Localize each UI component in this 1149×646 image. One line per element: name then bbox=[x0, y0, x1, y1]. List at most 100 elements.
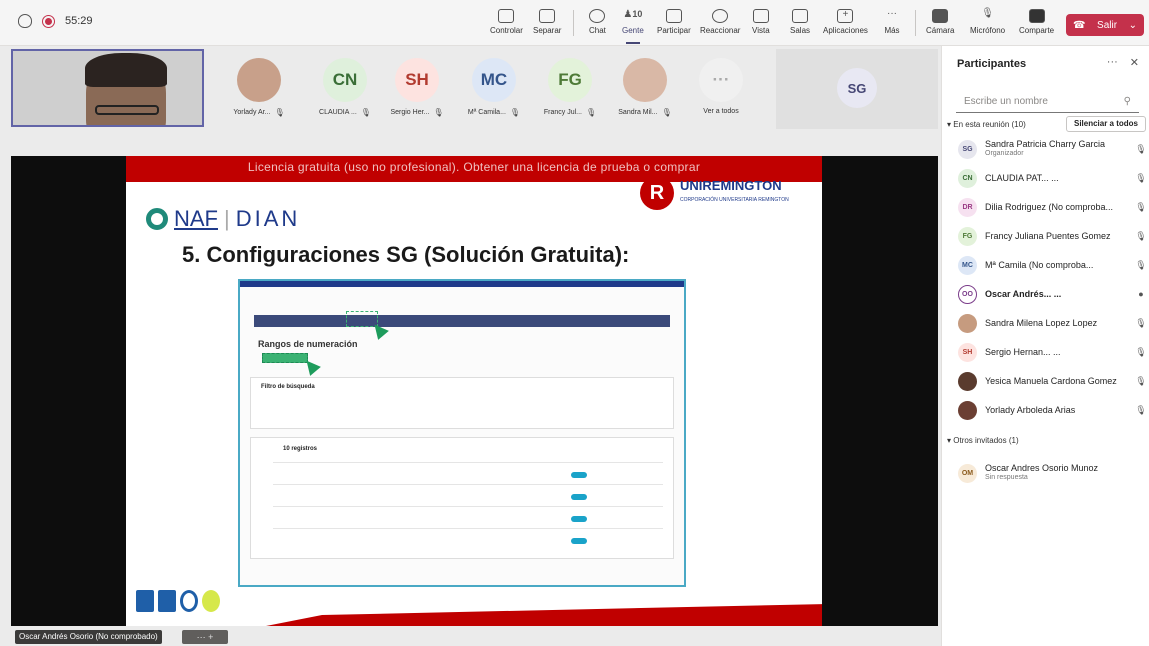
embedded-heading: Rangos de numeración bbox=[258, 339, 358, 349]
close-icon[interactable]: ✕ bbox=[1130, 56, 1139, 69]
slide-title: 5. Configuraciones SG (Solución Gratuita… bbox=[182, 242, 630, 267]
hand-icon bbox=[665, 9, 682, 23]
chat-button[interactable]: Chat bbox=[589, 9, 606, 35]
people-button[interactable]: ♟10 Gente bbox=[622, 9, 644, 44]
participant-name: Ver a todos bbox=[703, 108, 739, 115]
uniremington-emblem-icon: R bbox=[640, 176, 674, 210]
mic-off-icon: 🎙 bbox=[509, 108, 521, 117]
search-input[interactable]: Escribe un nombre ⚲ bbox=[956, 93, 1139, 113]
avatar: ··· bbox=[699, 58, 743, 102]
leave-button[interactable]: ☎ Salir ⌄ bbox=[1066, 14, 1144, 36]
video-person-hair bbox=[85, 53, 167, 87]
rooms-icon bbox=[792, 9, 808, 23]
pop-out-icon bbox=[539, 9, 556, 23]
control-button[interactable]: Controlar bbox=[490, 9, 523, 35]
meeting-toolbar: 55:29 Controlar Separar Chat ♟10 Gente Pa… bbox=[0, 0, 1149, 46]
participant-tile[interactable]: ··· Ver a todos bbox=[692, 58, 750, 115]
certification-logos bbox=[136, 590, 220, 612]
cert-logo bbox=[158, 590, 176, 612]
zoom-controls[interactable]: ⋯ + bbox=[182, 630, 228, 644]
mic-off-icon: 🎙 bbox=[981, 8, 994, 19]
participant-tile[interactable]: CN CLAUDIA ... 🎙 bbox=[316, 58, 374, 117]
mic-off-icon: 🎙 bbox=[1135, 404, 1147, 415]
recording-icon bbox=[42, 14, 55, 28]
more-button[interactable]: ··· Más bbox=[884, 8, 900, 36]
section-others[interactable]: ▾ Otros invitados (1) bbox=[947, 436, 1019, 445]
ellipsis-icon: ··· bbox=[887, 8, 897, 19]
participant-tile[interactable]: Yorlady Ar... 🎙 bbox=[230, 58, 288, 117]
participant-row[interactable]: SG Sandra Patricia Charry Garcia Organizad… bbox=[958, 137, 1148, 161]
participant-row[interactable]: OO Oscar Andrés... ... ● bbox=[958, 282, 1148, 306]
apps-button[interactable]: + Aplicaciones bbox=[823, 9, 868, 35]
participant-row[interactable]: MC Mª Camila (No comproba... 🎙 bbox=[958, 253, 1148, 277]
participant-tile[interactable]: MC Mª Camila... 🎙 bbox=[465, 58, 523, 117]
participant-tile[interactable]: Sandra Mil... 🎙 bbox=[616, 58, 674, 117]
divider bbox=[915, 10, 916, 36]
people-icon: ♟10 bbox=[623, 9, 643, 20]
participant-tile[interactable]: SH Sergio Her... 🎙 bbox=[388, 58, 446, 117]
raise-hand-button[interactable]: Participar bbox=[657, 9, 691, 35]
mic-off-icon: 🎙 bbox=[360, 108, 371, 117]
cert-logo bbox=[180, 590, 198, 612]
results-card: 10 registros bbox=[250, 437, 674, 559]
slide-footer-strip bbox=[266, 604, 822, 626]
avatar: OO bbox=[958, 284, 977, 304]
filter-card: Filtro de búsqueda bbox=[250, 377, 674, 429]
smiley-icon bbox=[712, 9, 729, 23]
pop-out-button[interactable]: Separar bbox=[533, 9, 561, 35]
avatar bbox=[958, 371, 977, 391]
search-icon: ⚲ bbox=[1123, 96, 1131, 107]
participant-name: Sergio Her... bbox=[390, 109, 430, 116]
section-in-meeting[interactable]: ▾ En esta reunión (10) bbox=[947, 120, 1026, 129]
naf-dian-logo: NAF | DIAN bbox=[146, 206, 300, 232]
create-button-highlight bbox=[262, 353, 308, 363]
embedded-screenshot: Rangos de numeración Filtro de búsqueda … bbox=[238, 279, 686, 587]
participant-row[interactable]: FG Francy Juliana Puentes Gomez 🎙 bbox=[958, 224, 1148, 248]
self-video-tile[interactable] bbox=[11, 49, 204, 127]
avatar: SH bbox=[958, 342, 977, 362]
active-indicator bbox=[626, 42, 640, 44]
mic-off-icon: 🎙 bbox=[274, 108, 285, 117]
participant-row[interactable]: DR Dilia Rodriguez (No comproba... 🎙 bbox=[958, 195, 1148, 219]
participant-row[interactable]: SH Sergio Hernan... ... 🎙 bbox=[958, 340, 1148, 364]
avatar: FG bbox=[548, 58, 592, 102]
participant-name: CLAUDIA ... bbox=[319, 109, 357, 116]
camera-button[interactable]: Cámara bbox=[926, 9, 954, 35]
guest-row[interactable]: OM Oscar Andres Osorio Munoz Sin respuest… bbox=[958, 458, 1148, 488]
plus-box-icon: + bbox=[837, 9, 854, 23]
mic-off-icon: 🎙 bbox=[1135, 317, 1147, 328]
rooms-button[interactable]: Salas bbox=[790, 9, 810, 35]
mic-button[interactable]: 🎙 Micrófono bbox=[970, 8, 1005, 36]
avatar bbox=[958, 313, 977, 333]
share-button[interactable]: Comparte bbox=[1019, 9, 1054, 35]
mic-on-icon: ● bbox=[1138, 289, 1144, 299]
more-options-icon[interactable]: ··· bbox=[1107, 56, 1118, 69]
participant-name: Yorlady Ar... bbox=[233, 109, 271, 116]
share-icon bbox=[1028, 9, 1045, 23]
mic-off-icon: 🎙 bbox=[1135, 259, 1147, 270]
camera-off-icon bbox=[932, 9, 949, 23]
participant-tile-sg[interactable]: SG bbox=[776, 49, 938, 129]
presenter-name: Oscar Andrés Osorio (No comprobado) bbox=[15, 630, 162, 644]
react-button[interactable]: Reaccionar bbox=[700, 9, 740, 35]
participant-row[interactable]: Sandra Milena Lopez Lopez 🎙 bbox=[958, 311, 1148, 335]
phone-icon: ☎ bbox=[1073, 19, 1086, 31]
participant-tile[interactable]: FG Francy Jul... 🎙 bbox=[541, 58, 599, 117]
chevron-down-icon[interactable]: ⌄ bbox=[1129, 20, 1137, 31]
participant-row[interactable]: Yesica Manuela Cardona Gomez 🎙 bbox=[958, 369, 1148, 393]
mic-off-icon: 🎙 bbox=[1135, 172, 1147, 183]
avatar: OM bbox=[958, 463, 977, 483]
avatar bbox=[623, 58, 667, 102]
view-button[interactable]: Vista bbox=[752, 9, 770, 35]
mic-off-icon: 🎙 bbox=[1135, 201, 1147, 212]
mic-off-icon: 🎙 bbox=[433, 108, 444, 117]
mic-off-icon: 🎙 bbox=[1135, 375, 1147, 386]
participant-row[interactable]: Yorlady Arboleda Arias 🎙 bbox=[958, 398, 1148, 422]
chat-icon bbox=[589, 9, 606, 23]
mic-off-icon: 🎙 bbox=[1135, 346, 1147, 357]
mute-all-button[interactable]: Silenciar a todos bbox=[1066, 116, 1146, 132]
avatar: CN bbox=[958, 168, 977, 188]
embedded-nav bbox=[254, 315, 670, 327]
participant-row[interactable]: CN CLAUDIA PAT... ... 🎙 bbox=[958, 166, 1148, 190]
avatar bbox=[958, 400, 977, 420]
